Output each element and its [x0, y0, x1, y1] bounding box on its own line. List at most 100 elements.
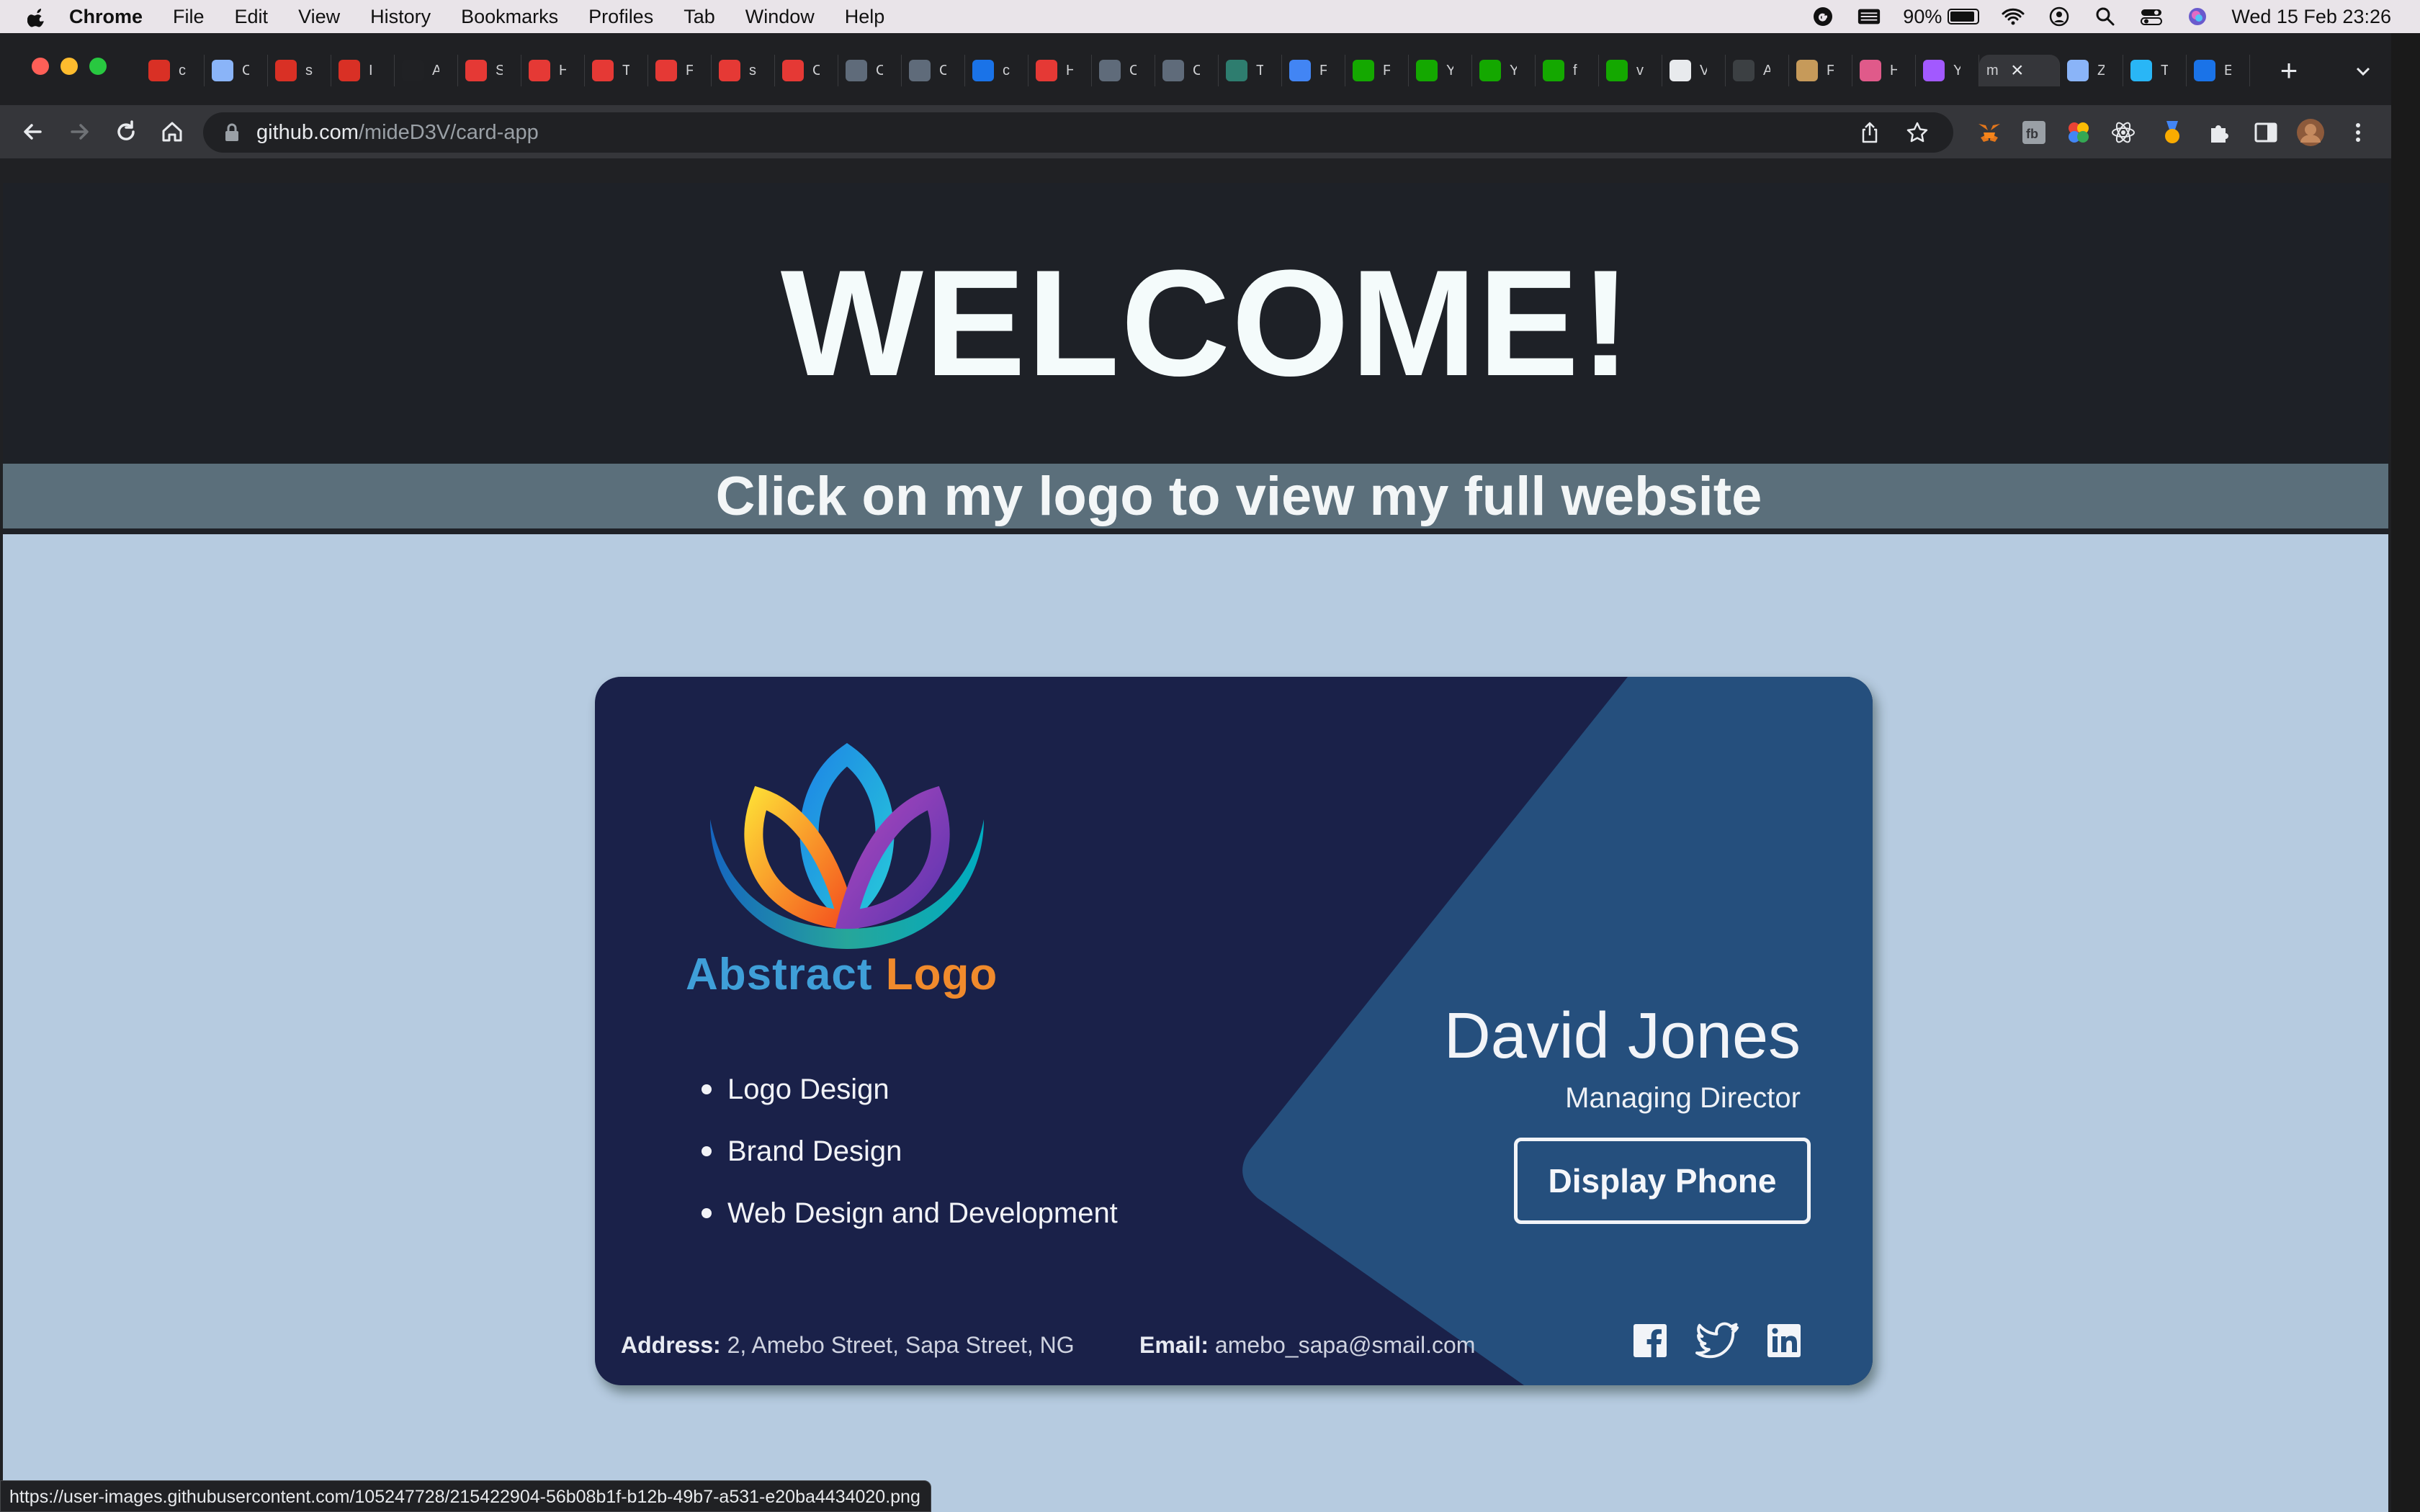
- twitter-icon[interactable]: [1695, 1322, 1740, 1359]
- tab-title: Y: [1446, 62, 1453, 78]
- tab-title: C: [1193, 62, 1200, 78]
- logo-wordmark[interactable]: Abstract Logo: [686, 949, 998, 1000]
- menu-app-name[interactable]: Chrome: [69, 6, 143, 28]
- browser-tab-5[interactable]: S: [458, 55, 521, 86]
- spotlight-search-icon[interactable]: [2093, 6, 2118, 27]
- user-account-icon[interactable]: [2047, 6, 2071, 27]
- browser-tab-25[interactable]: A: [1726, 55, 1789, 86]
- browser-tab-active[interactable]: m ×: [1979, 55, 2060, 86]
- browser-tab-10[interactable]: C: [775, 55, 838, 86]
- menubar-status-area: 90% Wed 15 Feb 23:26: [1811, 0, 2391, 33]
- color-picker-extension-icon[interactable]: [2064, 118, 2093, 147]
- back-arrow-icon[interactable]: [19, 118, 46, 145]
- metamask-extension-icon[interactable]: [1975, 118, 2004, 147]
- browser-tab-16[interactable]: C: [1155, 55, 1219, 86]
- browser-tab-right-0[interactable]: Z: [2060, 55, 2123, 86]
- maple-leaf-icon: [275, 60, 297, 81]
- tab-title: c: [179, 62, 186, 78]
- reload-icon[interactable]: [112, 118, 140, 145]
- menu-profiles[interactable]: Profiles: [588, 6, 653, 28]
- battery-indicator[interactable]: 90%: [1903, 6, 1980, 28]
- browser-tab-right-1[interactable]: T: [2123, 55, 2187, 86]
- url-text[interactable]: github.com/mideD3V/card-app: [256, 121, 539, 145]
- tab-title: C: [1129, 62, 1137, 78]
- menubar-clock[interactable]: Wed 15 Feb 23:26: [2231, 6, 2391, 28]
- browser-tab-right-2[interactable]: E: [2187, 55, 2250, 86]
- new-tab-button[interactable]: +: [2267, 53, 2311, 87]
- menu-window[interactable]: Window: [745, 6, 815, 28]
- close-tab-icon[interactable]: ×: [2011, 58, 2024, 83]
- zoom-window-button[interactable]: [89, 58, 107, 75]
- browser-tab-12[interactable]: C: [902, 55, 965, 86]
- tab-title: V: [1700, 62, 1707, 78]
- browser-tab-21[interactable]: Y: [1472, 55, 1536, 86]
- display-phone-button[interactable]: Display Phone: [1514, 1138, 1811, 1224]
- browser-tab-2[interactable]: s: [268, 55, 331, 86]
- browser-tab-17[interactable]: T: [1219, 55, 1282, 86]
- battery-level: [1950, 12, 1974, 22]
- desktop-background-edge: [2391, 33, 2420, 1512]
- fb-extension-icon[interactable]: fb: [2020, 118, 2048, 147]
- browser-tab-1[interactable]: C: [205, 55, 268, 86]
- forward-arrow-icon[interactable]: [66, 118, 94, 145]
- bookmark-star-icon[interactable]: [1906, 121, 1929, 144]
- browser-tab-7[interactable]: T: [585, 55, 648, 86]
- browser-tab-13[interactable]: c: [965, 55, 1028, 86]
- control-center-icon[interactable]: [2139, 6, 2164, 27]
- browser-tab-4[interactable]: A: [395, 55, 458, 86]
- figma-icon: [1923, 60, 1945, 81]
- tab-search-chevron-icon[interactable]: [2354, 62, 2372, 81]
- menu-tab[interactable]: Tab: [684, 6, 715, 28]
- linkedin-icon[interactable]: [1766, 1322, 1802, 1359]
- menu-edit[interactable]: Edit: [235, 6, 269, 28]
- browser-tab-8[interactable]: F: [648, 55, 712, 86]
- browser-tab-11[interactable]: C: [838, 55, 902, 86]
- browser-tab-0[interactable]: c: [141, 55, 205, 86]
- browser-tab-22[interactable]: f: [1536, 55, 1599, 86]
- menu-bookmarks[interactable]: Bookmarks: [461, 6, 558, 28]
- web-page: WELCOME! Click on my logo to view my ful…: [3, 183, 2388, 1512]
- stack-icon: [846, 60, 867, 81]
- tab-title: Y: [1510, 62, 1517, 78]
- person-role: Managing Director: [1565, 1082, 1801, 1114]
- minimize-window-button[interactable]: [60, 58, 78, 75]
- medal-extension-icon[interactable]: [2158, 118, 2187, 147]
- browser-tab-24[interactable]: V: [1662, 55, 1726, 86]
- link-status-bubble: https://user-images.githubusercontent.co…: [0, 1480, 931, 1512]
- browser-tab-28[interactable]: Y: [1916, 55, 1979, 86]
- browser-tab-27[interactable]: H: [1852, 55, 1916, 86]
- browser-tab-20[interactable]: Y: [1409, 55, 1472, 86]
- browser-tab-18[interactable]: F: [1282, 55, 1345, 86]
- home-icon[interactable]: [158, 118, 186, 145]
- react-devtools-icon[interactable]: [2109, 118, 2138, 147]
- siri-icon[interactable]: [2185, 6, 2210, 27]
- close-window-button[interactable]: [32, 58, 49, 75]
- menu-file[interactable]: File: [173, 6, 205, 28]
- browser-tab-9[interactable]: s: [712, 55, 775, 86]
- chrome-menu-kebab-icon[interactable]: [2344, 118, 2372, 147]
- facebook-icon[interactable]: [1632, 1322, 1668, 1359]
- browser-tab-26[interactable]: F: [1789, 55, 1852, 86]
- browser-tab-23[interactable]: v: [1599, 55, 1662, 86]
- grammarly-icon[interactable]: [1811, 6, 1835, 27]
- apple-icon[interactable]: [27, 5, 48, 28]
- browser-tab-6[interactable]: H: [521, 55, 585, 86]
- lock-icon[interactable]: [223, 122, 241, 143]
- reader-icon[interactable]: [1857, 6, 1881, 27]
- address-bar[interactable]: github.com/mideD3V/card-app: [203, 112, 1953, 153]
- tab-title: T: [622, 62, 629, 78]
- seven-icon: [402, 60, 424, 81]
- share-icon[interactable]: [1858, 121, 1881, 144]
- wifi-icon[interactable]: [2001, 6, 2025, 27]
- menu-help[interactable]: Help: [845, 6, 885, 28]
- menu-view[interactable]: View: [298, 6, 340, 28]
- browser-tab-19[interactable]: F: [1345, 55, 1409, 86]
- menu-history[interactable]: History: [370, 6, 431, 28]
- browser-tab-14[interactable]: H: [1028, 55, 1092, 86]
- browser-tab-15[interactable]: C: [1092, 55, 1155, 86]
- extensions-puzzle-icon[interactable]: [2205, 118, 2234, 147]
- browser-tab-3[interactable]: I: [331, 55, 395, 86]
- side-panel-icon[interactable]: [2251, 118, 2280, 147]
- profile-avatar[interactable]: [2296, 118, 2325, 147]
- tab-title: A: [1763, 62, 1770, 78]
